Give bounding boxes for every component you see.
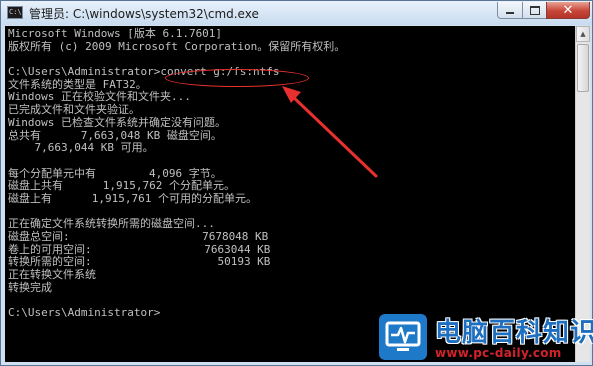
watermark-url: www.pc-daily.com bbox=[435, 346, 562, 360]
watermark-title: 电脑百科知识 bbox=[435, 318, 593, 348]
pc-daily-logo-icon bbox=[379, 314, 427, 360]
site-watermark: 电脑百科知识 www.pc-daily.com bbox=[377, 310, 593, 364]
